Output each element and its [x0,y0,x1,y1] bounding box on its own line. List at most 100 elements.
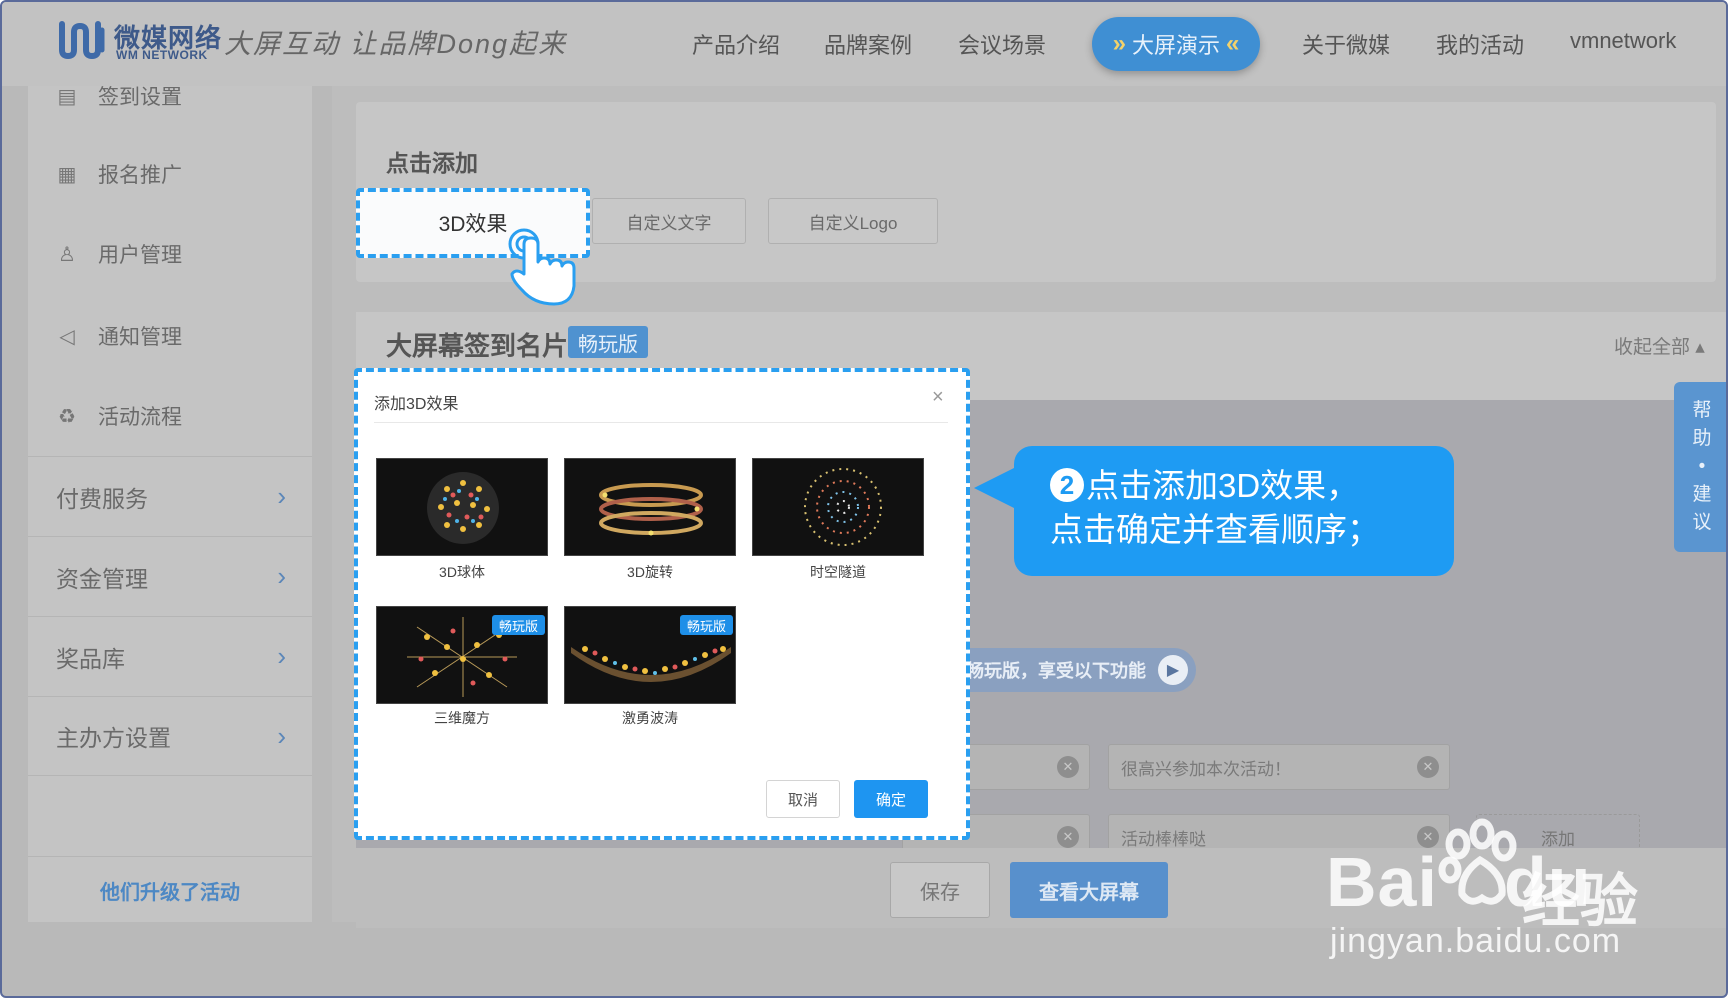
rotate-preview-icon [599,483,703,536]
effect-label: 激勇波涛 [622,710,678,726]
sidebar-group-organizer[interactable]: 主办方设置 › [28,696,312,776]
sidebar-item-label: 通知管理 [98,326,182,349]
help-tab-char: 建 [1692,484,1712,505]
chevron-right-icon: › [277,641,286,671]
slogan: 大屏互动 让品牌Dong起来 [224,29,568,59]
upgrade-link[interactable]: 他们升级了活动 [28,876,312,905]
section-title: 大屏幕签到名片 [386,331,569,361]
help-tab-char: 议 [1692,512,1712,533]
double-chevron-left-icon: « [1226,30,1240,57]
sidebar-group-paid[interactable]: 付费服务 › [28,456,312,536]
callout-text-1: 点击添加3D效果， [1086,467,1360,504]
trial-badge: 畅玩版 [568,326,648,358]
top-header: 微媒网络 WM NETWORK 大屏互动 让品牌Dong起来 产品介绍 品牌案例… [2,2,1726,86]
chevron-right-icon: › [277,720,286,751]
cancel-button[interactable]: 取消 [766,780,840,818]
caret-up-icon: ▴ [1695,337,1705,358]
sidebar-group-label: 资金管理 [56,565,148,592]
add-custom-logo-button[interactable]: 自定义Logo [768,198,938,244]
screenshot-frame: 微媒网络 WM NETWORK 大屏互动 让品牌Dong起来 产品介绍 品牌案例… [0,0,1728,998]
effect-label: 3D旋转 [627,564,673,580]
nav-demo-label: 大屏演示 [1131,33,1220,58]
effect-3d-sphere[interactable] [376,458,548,556]
save-button[interactable]: 保存 [890,862,990,918]
callout-line-1: 2 点击添加3D效果， [1050,464,1454,508]
megaphone-icon: ◁ [59,325,75,348]
sidebar-item-flow[interactable]: ♻ 活动流程 [56,398,182,434]
baidu-paw-icon [1438,818,1517,905]
clear-icon[interactable]: ✕ [1057,826,1079,848]
baidu-watermark-text: Bai [1326,843,1438,921]
click-add-title: 点击添加 [386,150,478,176]
confirm-button[interactable]: 确定 [854,780,928,818]
logo-mark-icon [59,21,105,60]
chevron-right-icon: › [277,481,286,511]
sidebar-item-label: 用户管理 [98,244,182,267]
add-custom-text-button[interactable]: 自定义文字 [592,198,746,244]
clear-icon[interactable]: ✕ [1417,756,1439,778]
watermark-url: jingyan.baidu.com [1330,922,1622,960]
effect-3d-rotate[interactable] [564,458,736,556]
vip-pill-label: 畅玩版，享受以下功能 [966,661,1146,681]
clipboard-icon: ▦ [57,163,77,186]
logo-subtext: WM NETWORK [116,48,208,62]
checkin-icon: ▤ [57,85,77,108]
pointer-hand-icon [508,228,576,306]
sidebar-group-label: 奖品库 [56,645,125,672]
instruction-callout: 2 点击添加3D效果， 点击确定并查看顺序； [1014,446,1454,576]
effect-label: 三维魔方 [434,710,490,726]
double-chevron-right-icon: » [1112,30,1126,57]
divider [28,856,312,857]
nav-cases[interactable]: 品牌案例 [824,28,912,60]
sidebar: ▤ 签到设置 ▦ 报名推广 ♙ 用户管理 ◁ 通知管理 ♻ 活动流程 付费服务 … [28,86,312,922]
message-field[interactable]: 很高兴参加本次活动！ ✕ [1108,744,1450,790]
sidebar-item-users[interactable]: ♙ 用户管理 [56,236,182,272]
callout-text-2: 点击确定并查看顺序； [1050,511,1380,548]
tunnel-preview-icon [804,468,882,546]
sidebar-group-prizes[interactable]: 奖品库 › [28,616,312,696]
add-3d-effect-modal [354,368,970,840]
user-icon: ♙ [58,243,76,266]
sidebar-group-funds[interactable]: 资金管理 › [28,536,312,616]
effect-label: 3D球体 [439,564,485,580]
sidebar-group-label: 付费服务 [56,485,148,512]
collapse-all-link[interactable]: 收起全部 ▴ [1614,332,1705,359]
modal-divider [374,422,948,423]
modal-title: 添加3D效果 [374,396,459,413]
sidebar-group-label: 主办方设置 [56,725,171,751]
sidebar-item-label: 活动流程 [98,406,182,429]
nav-about[interactable]: 关于微媒 [1302,28,1390,60]
nav-account[interactable]: vmnetwork [1570,28,1676,54]
help-feedback-tab[interactable]: 帮 助 • 建 议 [1674,382,1726,552]
view-big-screen-button[interactable]: 查看大屏幕 [1010,862,1168,918]
step-number-badge: 2 [1050,468,1084,502]
trial-badge: 畅玩版 [679,615,733,635]
effect-time-tunnel[interactable] [752,458,924,556]
help-tab-char: 助 [1692,428,1712,449]
effect-wave[interactable]: 畅玩版 [564,606,736,704]
clear-icon[interactable]: ✕ [1057,756,1079,778]
nav-my-activities[interactable]: 我的活动 [1436,28,1524,60]
collapse-all-label: 收起全部 [1614,337,1691,358]
help-tab-char: • [1698,456,1706,477]
sphere-preview-icon [427,472,499,544]
chevron-right-icon: › [277,561,286,591]
sidebar-item-registration[interactable]: ▦ 报名推广 [56,156,182,192]
trial-badge: 畅玩版 [491,615,545,635]
message-field-value: 活动棒棒哒 [1121,829,1206,849]
nav-demo-active[interactable]: » 大屏演示 « [1092,17,1260,71]
nav-product[interactable]: 产品介绍 [692,28,780,60]
sidebar-item-checkin[interactable]: ▤ 签到设置 [56,78,182,114]
close-icon[interactable]: × [932,386,944,409]
effect-label: 时空隧道 [810,564,866,580]
effect-3d-cube[interactable]: 畅玩版 [376,606,548,704]
nav-meetings[interactable]: 会议场景 [958,28,1046,60]
sidebar-item-notifications[interactable]: ◁ 通知管理 [56,318,182,354]
help-tab-char: 帮 [1692,400,1712,421]
flow-icon: ♻ [58,405,76,428]
message-field-value: 很高兴参加本次活动！ [1121,759,1291,779]
vip-upgrade-pill[interactable]: 畅玩版，享受以下功能 ▶ [942,648,1196,692]
sidebar-item-label: 签到设置 [98,86,182,109]
arrow-right-circle-icon: ▶ [1158,655,1188,685]
sidebar-item-label: 报名推广 [98,164,182,187]
